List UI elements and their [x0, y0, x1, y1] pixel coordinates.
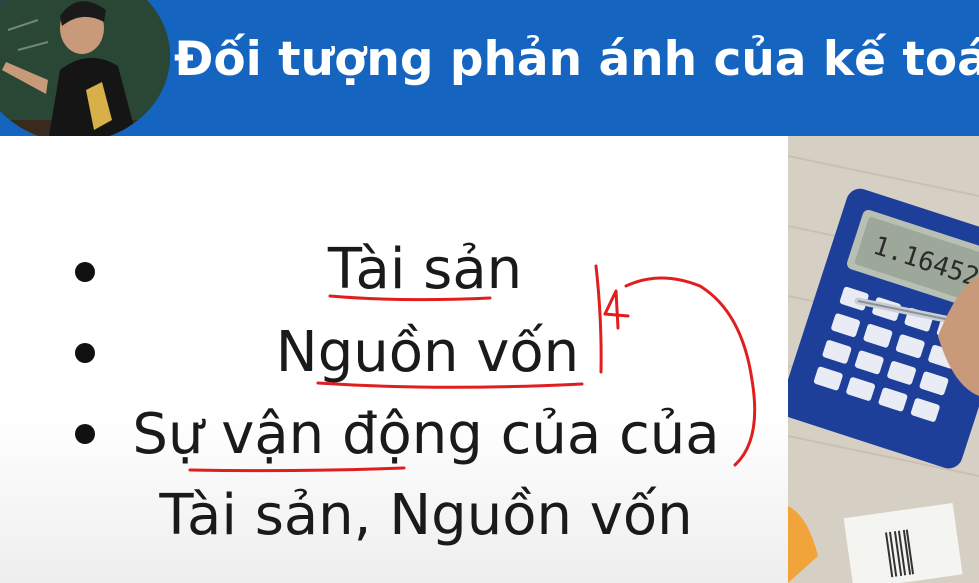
- bullet-text-3: Sự vận động của của: [132, 402, 720, 467]
- bullet-text-3-continuation: Tài sản, Nguồn vốn: [159, 483, 693, 548]
- bullet-dot-1: [75, 262, 95, 282]
- bullet-text-2: Nguồn vốn: [275, 320, 580, 385]
- bullet-text-1: Tài sản: [327, 237, 523, 302]
- bullet-dot-3: [75, 424, 95, 444]
- calculator-photo: 1.16452: [788, 136, 979, 583]
- slide-title: Đối tượng phản ánh của kế toán: [174, 32, 979, 87]
- bullet-dot-2: [75, 343, 95, 363]
- calculator-illustration: 1.16452: [788, 136, 979, 583]
